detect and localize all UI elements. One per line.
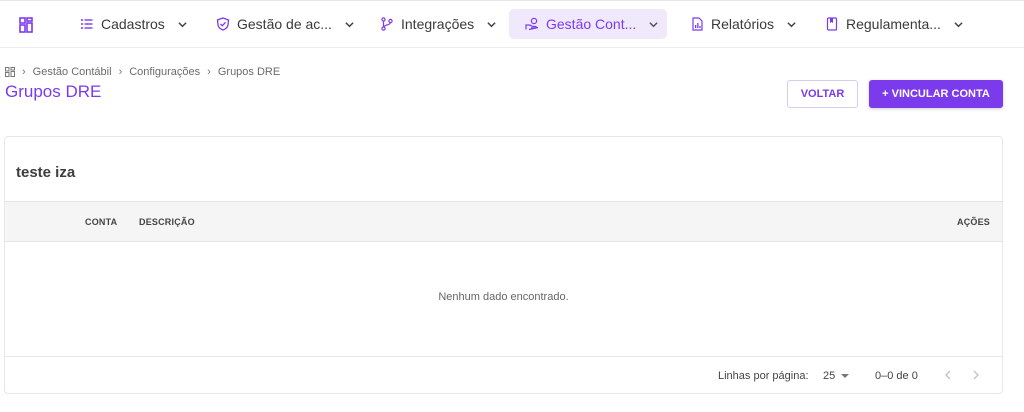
breadcrumb-item-configuracoes[interactable]: Configurações [129, 66, 200, 78]
nav-item-regulamentacao[interactable]: Regulamenta... [817, 9, 971, 39]
pagination-range: 0–0 de 0 [875, 370, 918, 382]
group-card: teste iza CONTA DESCRIÇÃO AÇÕES Nenhum d… [4, 136, 1003, 394]
grid-home-icon[interactable] [5, 67, 15, 77]
link-account-button[interactable]: + VINCULAR CONTA [869, 80, 1003, 108]
nav-item-cadastros[interactable]: Cadastros [72, 9, 195, 39]
book-icon [826, 17, 838, 31]
report-chart-icon [692, 17, 703, 31]
nav-item-label: Relatórios [711, 16, 775, 32]
breadcrumb: › Gestão Contábil › Configurações › Grup… [5, 66, 280, 78]
empty-state-message: Nenhum dado encontrado. [438, 291, 569, 303]
nav-item-label: Integrações [401, 16, 475, 32]
rows-per-page-select[interactable]: 25 [823, 370, 850, 382]
breadcrumb-item-grupos-dre: Grupos DRE [217, 66, 281, 78]
grid-home-icon[interactable] [16, 15, 36, 35]
nav-item-relatorios[interactable]: Relatórios [682, 9, 804, 39]
nav-item-label: Gestão Cont... [546, 16, 637, 32]
breadcrumb-item-gestao-contabil[interactable]: Gestão Contábil [33, 66, 112, 78]
hand-coins-icon [525, 17, 539, 31]
next-page-button[interactable] [969, 368, 983, 382]
chevron-right-icon: › [207, 66, 211, 78]
chevron-down-icon [954, 21, 963, 27]
nav-item-label: Cadastros [101, 16, 165, 32]
column-header-descricao: DESCRIÇÃO [139, 217, 195, 227]
column-header-acoes: AÇÕES [957, 217, 991, 227]
shield-check-icon [216, 17, 230, 31]
page-title: Grupos DRE [5, 82, 102, 101]
table-header: CONTA DESCRIÇÃO AÇÕES [5, 201, 1002, 242]
chevron-down-icon [487, 21, 496, 27]
list-icon [81, 19, 93, 29]
chevron-down-icon [787, 21, 796, 27]
caret-down-icon [841, 374, 850, 378]
nav-item-integracoes[interactable]: Integrações [372, 9, 504, 39]
rows-per-page-label: Linhas por página: [718, 370, 809, 382]
chevron-right-icon: › [118, 66, 123, 78]
card-title: teste iza [16, 164, 76, 181]
chevron-down-icon [345, 21, 354, 27]
nav-item-label: Gestão de ac... [237, 16, 332, 32]
chevron-right-icon: › [22, 66, 26, 78]
nav-item-gestao-contabil[interactable]: Gestão Cont... [509, 9, 667, 39]
column-header-conta: CONTA [85, 217, 118, 227]
nav-item-gestao-acesso[interactable]: Gestão de ac... [208, 9, 362, 39]
previous-page-button[interactable] [941, 368, 955, 382]
rows-per-page-value: 25 [823, 370, 836, 382]
chevron-down-icon [649, 21, 658, 27]
chevron-down-icon [178, 21, 187, 27]
git-branch-icon [381, 17, 393, 31]
top-navigation: Cadastros Gestão de ac... Integrações Ge… [0, 0, 1024, 48]
back-button[interactable]: VOLTAR [787, 80, 858, 108]
table-pagination: Linhas por página: 25 0–0 de 0 [5, 356, 1002, 394]
nav-item-label: Regulamenta... [846, 16, 941, 32]
